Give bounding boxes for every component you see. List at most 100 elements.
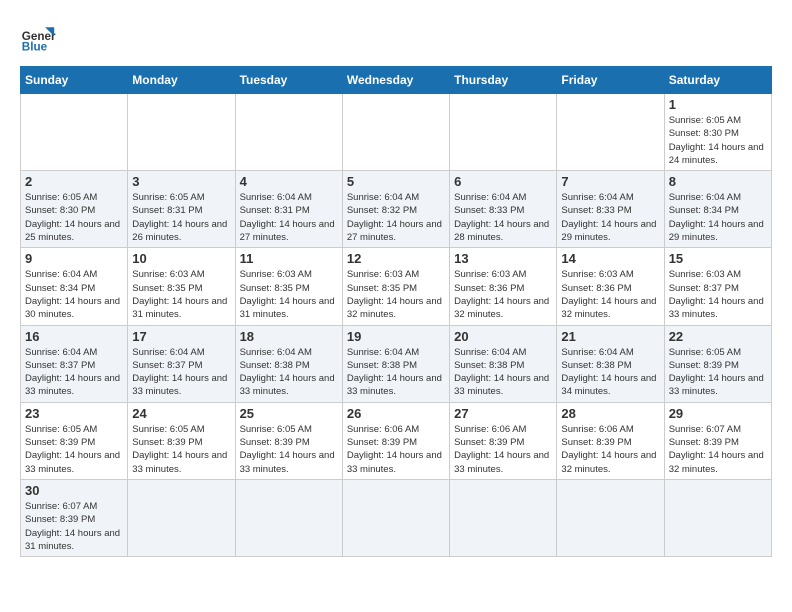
weekday-header: Monday <box>128 67 235 94</box>
logo: General Blue <box>20 20 56 56</box>
cell-day-number: 1 <box>669 97 767 112</box>
calendar-cell: 4 Sunrise: 6:04 AM Sunset: 8:31 PM Daylig… <box>235 171 342 248</box>
cell-day-number: 25 <box>240 406 338 421</box>
cell-info: Sunrise: 6:05 AM Sunset: 8:39 PM Dayligh… <box>669 346 767 399</box>
calendar-cell <box>128 479 235 556</box>
calendar-cell: 25Sunrise: 6:05 AM Sunset: 8:39 PM Dayli… <box>235 402 342 479</box>
cell-info: Sunrise: 6:04 AM Sunset: 8:33 PM Dayligh… <box>454 191 552 244</box>
cell-day-number: 10 <box>132 251 230 266</box>
cell-info: Sunrise: 6:05 AM Sunset: 8:39 PM Dayligh… <box>132 423 230 476</box>
calendar-cell: 5 Sunrise: 6:04 AM Sunset: 8:32 PM Daylig… <box>342 171 449 248</box>
calendar-cell: 24 Sunrise: 6:05 AM Sunset: 8:39 PM Dayli… <box>128 402 235 479</box>
page-header: General Blue <box>20 20 772 56</box>
cell-info: Sunrise: 6:07 AM Sunset: 8:39 PM Dayligh… <box>25 500 123 553</box>
cell-day-number: 18 <box>240 329 338 344</box>
calendar-cell: 22Sunrise: 6:05 AM Sunset: 8:39 PM Dayli… <box>664 325 771 402</box>
calendar-cell: 30 Sunrise: 6:07 AM Sunset: 8:39 PM Dayli… <box>21 479 128 556</box>
calendar-cell <box>342 479 449 556</box>
calendar-cell: 11 Sunrise: 6:03 AM Sunset: 8:35 PM Dayli… <box>235 248 342 325</box>
cell-info: Sunrise: 6:04 AM Sunset: 8:34 PM Dayligh… <box>25 268 123 321</box>
cell-day-number: 28 <box>561 406 659 421</box>
calendar-cell: 12 Sunrise: 6:03 AM Sunset: 8:35 PM Dayli… <box>342 248 449 325</box>
calendar-cell: 28Sunrise: 6:06 AM Sunset: 8:39 PM Dayli… <box>557 402 664 479</box>
cell-day-number: 19 <box>347 329 445 344</box>
calendar-cell: 1Sunrise: 6:05 AM Sunset: 8:30 PM Daylig… <box>664 94 771 171</box>
cell-day-number: 6 <box>454 174 552 189</box>
weekday-header: Tuesday <box>235 67 342 94</box>
cell-day-number: 17 <box>132 329 230 344</box>
calendar-cell <box>235 94 342 171</box>
cell-info: Sunrise: 6:04 AM Sunset: 8:34 PM Dayligh… <box>669 191 767 244</box>
cell-day-number: 11 <box>240 251 338 266</box>
cell-info: Sunrise: 6:03 AM Sunset: 8:35 PM Dayligh… <box>240 268 338 321</box>
cell-info: Sunrise: 6:05 AM Sunset: 8:39 PM Dayligh… <box>25 423 123 476</box>
cell-info: Sunrise: 6:05 AM Sunset: 8:31 PM Dayligh… <box>132 191 230 244</box>
calendar-cell <box>557 479 664 556</box>
calendar-week-row: 9 Sunrise: 6:04 AM Sunset: 8:34 PM Daylig… <box>21 248 772 325</box>
calendar-cell: 21Sunrise: 6:04 AM Sunset: 8:38 PM Dayli… <box>557 325 664 402</box>
calendar-cell <box>557 94 664 171</box>
cell-day-number: 14 <box>561 251 659 266</box>
cell-day-number: 26 <box>347 406 445 421</box>
calendar-cell <box>342 94 449 171</box>
calendar-cell: 8Sunrise: 6:04 AM Sunset: 8:34 PM Daylig… <box>664 171 771 248</box>
calendar-cell <box>128 94 235 171</box>
cell-day-number: 27 <box>454 406 552 421</box>
calendar-cell: 27 Sunrise: 6:06 AM Sunset: 8:39 PM Dayli… <box>450 402 557 479</box>
cell-day-number: 23 <box>25 406 123 421</box>
calendar-cell: 23 Sunrise: 6:05 AM Sunset: 8:39 PM Dayli… <box>21 402 128 479</box>
calendar-cell: 26 Sunrise: 6:06 AM Sunset: 8:39 PM Dayli… <box>342 402 449 479</box>
cell-info: Sunrise: 6:04 AM Sunset: 8:37 PM Dayligh… <box>132 346 230 399</box>
cell-info: Sunrise: 6:04 AM Sunset: 8:38 PM Dayligh… <box>240 346 338 399</box>
cell-day-number: 9 <box>25 251 123 266</box>
cell-day-number: 15 <box>669 251 767 266</box>
calendar-cell: 10Sunrise: 6:03 AM Sunset: 8:35 PM Dayli… <box>128 248 235 325</box>
calendar-table: SundayMondayTuesdayWednesdayThursdayFrid… <box>20 66 772 557</box>
cell-day-number: 3 <box>132 174 230 189</box>
calendar-cell: 2Sunrise: 6:05 AM Sunset: 8:30 PM Daylig… <box>21 171 128 248</box>
cell-day-number: 2 <box>25 174 123 189</box>
cell-day-number: 30 <box>25 483 123 498</box>
calendar-cell: 13 Sunrise: 6:03 AM Sunset: 8:36 PM Dayli… <box>450 248 557 325</box>
calendar-cell <box>664 479 771 556</box>
cell-info: Sunrise: 6:04 AM Sunset: 8:37 PM Dayligh… <box>25 346 123 399</box>
cell-day-number: 20 <box>454 329 552 344</box>
cell-info: Sunrise: 6:04 AM Sunset: 8:31 PM Dayligh… <box>240 191 338 244</box>
calendar-cell <box>235 479 342 556</box>
cell-info: Sunrise: 6:03 AM Sunset: 8:37 PM Dayligh… <box>669 268 767 321</box>
cell-day-number: 29 <box>669 406 767 421</box>
calendar-cell: 19 Sunrise: 6:04 AM Sunset: 8:38 PM Dayli… <box>342 325 449 402</box>
weekday-header: Friday <box>557 67 664 94</box>
cell-info: Sunrise: 6:04 AM Sunset: 8:33 PM Dayligh… <box>561 191 659 244</box>
cell-day-number: 13 <box>454 251 552 266</box>
weekday-header: Saturday <box>664 67 771 94</box>
cell-day-number: 16 <box>25 329 123 344</box>
calendar-cell: 7 Sunrise: 6:04 AM Sunset: 8:33 PM Daylig… <box>557 171 664 248</box>
weekday-header: Sunday <box>21 67 128 94</box>
cell-info: Sunrise: 6:03 AM Sunset: 8:35 PM Dayligh… <box>347 268 445 321</box>
calendar-cell: 16 Sunrise: 6:04 AM Sunset: 8:37 PM Dayli… <box>21 325 128 402</box>
cell-info: Sunrise: 6:04 AM Sunset: 8:38 PM Dayligh… <box>347 346 445 399</box>
weekday-header-row: SundayMondayTuesdayWednesdayThursdayFrid… <box>21 67 772 94</box>
cell-day-number: 5 <box>347 174 445 189</box>
calendar-cell: 14 Sunrise: 6:03 AM Sunset: 8:36 PM Dayli… <box>557 248 664 325</box>
cell-day-number: 12 <box>347 251 445 266</box>
calendar-cell: 18 Sunrise: 6:04 AM Sunset: 8:38 PM Dayli… <box>235 325 342 402</box>
calendar-cell: 9 Sunrise: 6:04 AM Sunset: 8:34 PM Daylig… <box>21 248 128 325</box>
calendar-week-row: 23 Sunrise: 6:05 AM Sunset: 8:39 PM Dayli… <box>21 402 772 479</box>
calendar-cell: 20 Sunrise: 6:04 AM Sunset: 8:38 PM Dayli… <box>450 325 557 402</box>
cell-day-number: 24 <box>132 406 230 421</box>
weekday-header: Thursday <box>450 67 557 94</box>
cell-day-number: 7 <box>561 174 659 189</box>
cell-day-number: 4 <box>240 174 338 189</box>
cell-info: Sunrise: 6:04 AM Sunset: 8:38 PM Dayligh… <box>454 346 552 399</box>
cell-info: Sunrise: 6:03 AM Sunset: 8:36 PM Dayligh… <box>561 268 659 321</box>
logo-icon: General Blue <box>20 20 56 56</box>
calendar-cell: 15 Sunrise: 6:03 AM Sunset: 8:37 PM Dayli… <box>664 248 771 325</box>
calendar-cell: 29Sunrise: 6:07 AM Sunset: 8:39 PM Dayli… <box>664 402 771 479</box>
svg-text:Blue: Blue <box>22 41 48 54</box>
cell-info: Sunrise: 6:04 AM Sunset: 8:32 PM Dayligh… <box>347 191 445 244</box>
cell-info: Sunrise: 6:03 AM Sunset: 8:36 PM Dayligh… <box>454 268 552 321</box>
cell-info: Sunrise: 6:06 AM Sunset: 8:39 PM Dayligh… <box>454 423 552 476</box>
cell-info: Sunrise: 6:06 AM Sunset: 8:39 PM Dayligh… <box>347 423 445 476</box>
